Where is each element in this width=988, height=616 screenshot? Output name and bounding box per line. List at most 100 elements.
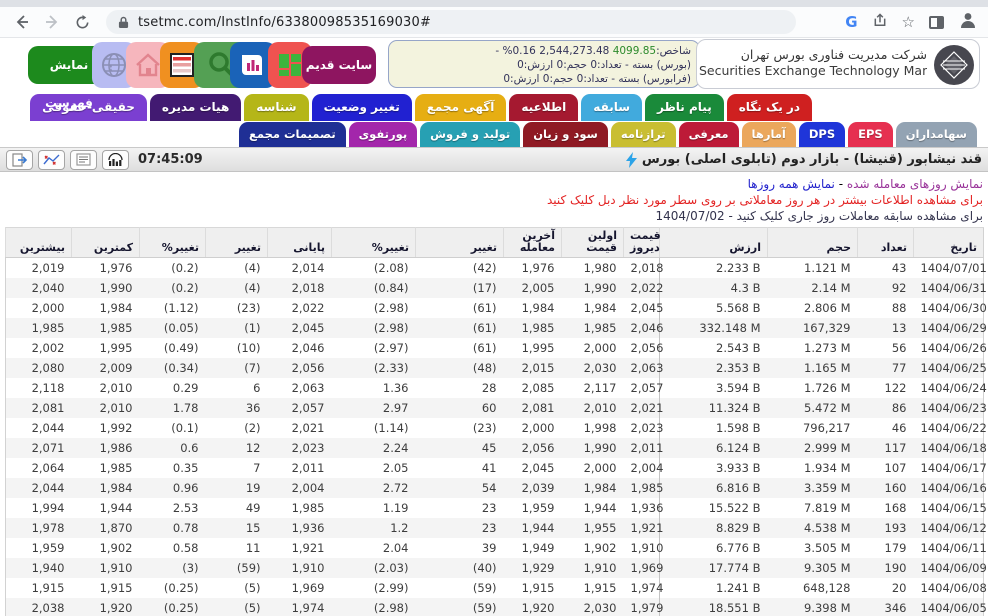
nav-tab-active[interactable]: سابقه: [581, 94, 642, 121]
today-date: 1404/07/02: [656, 209, 725, 223]
nav-tab[interactable]: هیات مدیره: [150, 94, 241, 121]
column-header[interactable]: تغییر: [416, 228, 504, 258]
cell: 9.305 M: [768, 558, 858, 578]
chart-button[interactable]: [38, 150, 65, 170]
history-row[interactable]: 1404/06/161603.359 M6.816 B1,9851,9842,0…: [6, 478, 984, 498]
history-row[interactable]: 1404/06/2913167,329332.148 M2,0461,9851,…: [6, 318, 984, 338]
column-header[interactable]: تغییر: [206, 228, 268, 258]
cell: 2,045: [624, 298, 660, 318]
cell: 2,022: [268, 298, 332, 318]
cell: 1.36: [332, 378, 416, 398]
nav-tab[interactable]: پیام ناظر: [645, 94, 724, 121]
cell: 11: [206, 538, 268, 558]
cell: 13: [858, 318, 914, 338]
profile-icon[interactable]: [958, 10, 978, 34]
nav-tab[interactable]: آمارها: [742, 122, 796, 147]
cell: 8.829 B: [660, 518, 768, 538]
nav-tabs-row2: سهامدارانEPSDPSآمارهامعرفیترازنامهسود و …: [0, 121, 988, 147]
cell: 179: [858, 538, 914, 558]
column-header[interactable]: حجم: [768, 228, 858, 258]
cell: 1404/07/01: [914, 258, 984, 278]
history-row[interactable]: 1404/07/01431.121 M2.233 B2,0181,9801,97…: [6, 258, 984, 278]
cell: 2,080: [6, 358, 72, 378]
column-header[interactable]: کمترین: [72, 228, 140, 258]
back-button[interactable]: [10, 10, 34, 34]
column-header[interactable]: %تغییر: [140, 228, 206, 258]
cell: 2,081: [6, 398, 72, 418]
history-row[interactable]: 1404/06/31922.14 M4.3 B2,0221,9902,005(1…: [6, 278, 984, 298]
nav-tab[interactable]: تولید و فروش: [420, 122, 520, 147]
cell: 1,969: [624, 558, 660, 578]
history-row[interactable]: 1404/06/25771.165 M2.353 B2,0632,0302,01…: [6, 358, 984, 378]
history-row[interactable]: 1404/06/053469.398 M18.551 B1,9792,0301,…: [6, 598, 984, 616]
today-history-link[interactable]: برای مشاهده سابقه معاملات روز جاری کلیک …: [5, 208, 983, 224]
cell: 193: [858, 518, 914, 538]
nav-tab[interactable]: ترازنامه: [611, 122, 676, 147]
column-header[interactable]: تاریخ: [914, 228, 984, 258]
cell: 2,063: [624, 358, 660, 378]
show-all-days-link[interactable]: نمایش همه روزها: [748, 177, 835, 191]
cell: 2,010: [562, 398, 624, 418]
nav-tab[interactable]: آگهی مجمع: [415, 94, 507, 121]
column-header[interactable]: آخرینمعامله: [504, 228, 562, 258]
nav-tab[interactable]: اطلاعیه: [509, 94, 578, 121]
nav-tab[interactable]: سود و زیان: [523, 122, 608, 147]
column-header[interactable]: ارزش: [660, 228, 768, 258]
column-header[interactable]: %تغییر: [332, 228, 416, 258]
nav-tab[interactable]: DPS: [799, 122, 845, 147]
cell: 92: [858, 278, 914, 298]
cell: 1,902: [562, 538, 624, 558]
nav-tab[interactable]: تغییر وضعیت: [312, 94, 412, 121]
history-row[interactable]: 1404/06/121934.538 M8.829 B1,9211,9551,9…: [6, 518, 984, 538]
nav-tab[interactable]: EPS: [848, 122, 893, 147]
nav-tab[interactable]: در یک نگاه: [727, 94, 812, 121]
history-row[interactable]: 1404/06/091909.305 M17.774 B1,9691,9101,…: [6, 558, 984, 578]
address-bar[interactable]: tsetmc.com/InstInfo/63380098535169030#: [106, 10, 796, 34]
history-row[interactable]: 1404/06/241221.726 M3.594 B2,0572,1172,0…: [6, 378, 984, 398]
share-icon[interactable]: [872, 13, 888, 32]
column-header[interactable]: قیمتدیروز: [624, 228, 660, 258]
column-header[interactable]: پایانی: [268, 228, 332, 258]
forward-button[interactable]: [40, 10, 64, 34]
nav-tab[interactable]: تصمیمات مجمع: [239, 122, 346, 147]
cell: 2,085: [504, 378, 562, 398]
history-row[interactable]: 1404/06/26561.273 M2.543 B2,0562,0001,99…: [6, 338, 984, 358]
cell: 2,015: [504, 358, 562, 378]
star-icon[interactable]: ☆: [902, 13, 915, 31]
google-icon[interactable]: G: [845, 13, 857, 31]
history-row[interactable]: 1404/06/23865.472 M11.324 B2,0212,0102,0…: [6, 398, 984, 418]
cell: 0.29: [140, 378, 206, 398]
history-row[interactable]: 1404/06/0820648,1281.241 B1,9741,9151,91…: [6, 578, 984, 598]
column-header[interactable]: تعداد: [858, 228, 914, 258]
split-screen-icon[interactable]: [929, 16, 944, 29]
nav-tab[interactable]: پورتفوی: [349, 122, 418, 147]
cell: (2.98): [332, 598, 416, 616]
lightning-icon: [626, 152, 637, 168]
history-row[interactable]: 1404/06/30882.806 M5.568 B2,0451,9841,98…: [6, 298, 984, 318]
history-row[interactable]: 1404/06/171071.934 M3.933 B2,0042,0002,0…: [6, 458, 984, 478]
nav-tab[interactable]: سهامداران: [896, 122, 977, 147]
old-site-button[interactable]: سایت قدیم: [302, 46, 376, 84]
export-button[interactable]: [6, 150, 33, 170]
nav-tab[interactable]: شناسه: [244, 94, 308, 121]
cell: 2,023: [268, 438, 332, 458]
column-header[interactable]: بیشترین: [6, 228, 72, 258]
history-row[interactable]: 1404/06/181172.999 M6.124 B2,0111,9902,0…: [6, 438, 984, 458]
cell: 1,979: [624, 598, 660, 616]
cell: 1404/06/23: [914, 398, 984, 418]
server-time: 07:45:09: [138, 152, 203, 167]
cell: (2.08): [332, 258, 416, 278]
column-header[interactable]: اولینقیمت: [562, 228, 624, 258]
cell: (1.14): [332, 418, 416, 438]
lock-icon: [118, 16, 129, 29]
volume-chart-button[interactable]: [102, 150, 129, 170]
history-row[interactable]: 1404/06/111793.505 M6.776 B1,9101,9021,9…: [6, 538, 984, 558]
reload-button[interactable]: [70, 10, 94, 34]
cell: 46: [858, 418, 914, 438]
nav-tab[interactable]: معرفی: [679, 122, 739, 147]
show-traded-days-link[interactable]: نمایش روزهای معامله شده: [847, 177, 983, 191]
cell: 0.58: [140, 538, 206, 558]
history-row[interactable]: 1404/06/2246796,2171.598 B2,0231,9982,00…: [6, 418, 984, 438]
details-button[interactable]: [70, 150, 97, 170]
history-row[interactable]: 1404/06/151687.819 M15.522 B1,9361,9441,…: [6, 498, 984, 518]
